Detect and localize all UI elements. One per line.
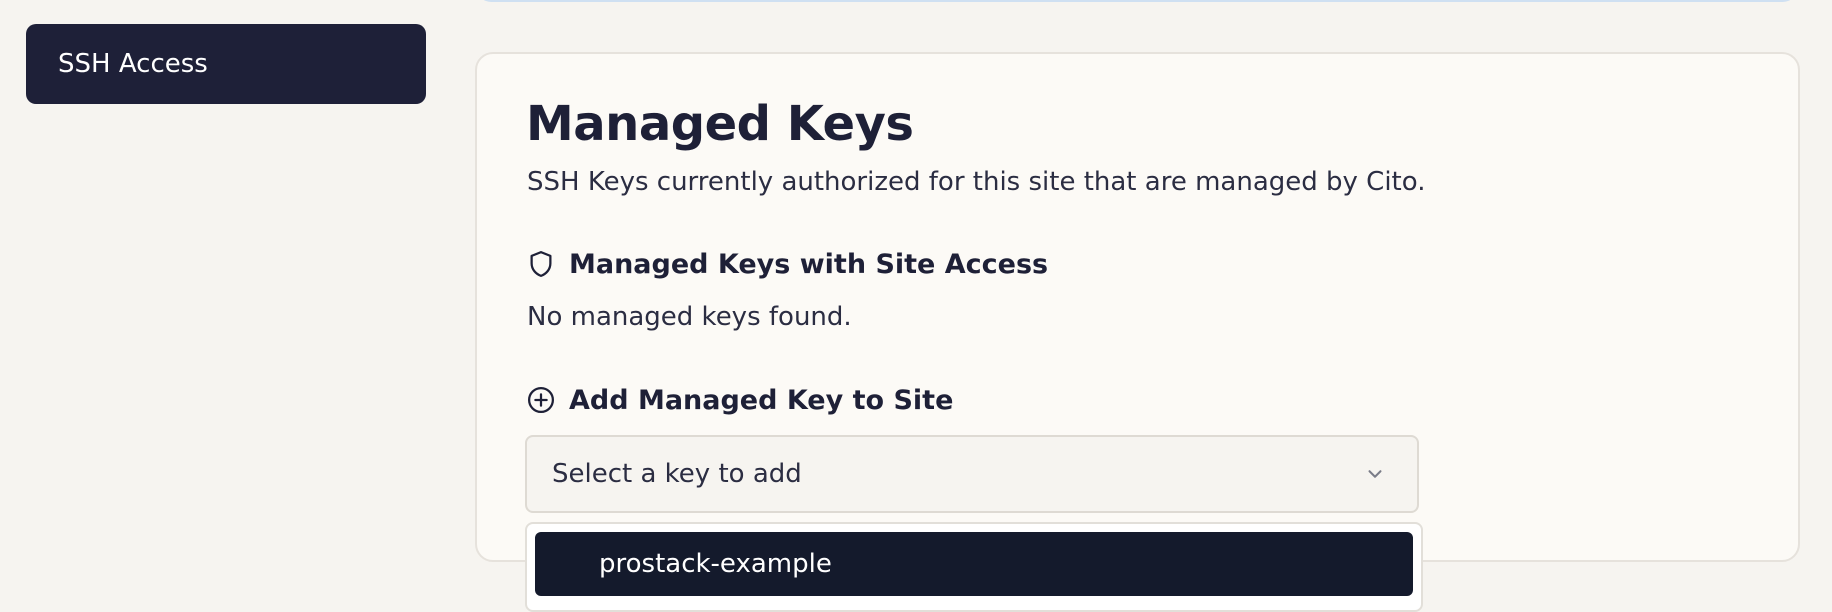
key-select-dropdown: prostack-example <box>525 522 1423 612</box>
plus-circle-icon <box>525 384 557 416</box>
shield-icon <box>525 248 557 280</box>
empty-keys-message: No managed keys found. <box>527 302 852 332</box>
sidebar-item-ssh-access[interactable]: SSH Access <box>26 24 426 104</box>
existing-keys-heading: Managed Keys with Site Access <box>525 248 1048 280</box>
key-option-label: prostack-example <box>599 549 832 579</box>
key-select[interactable]: Select a key to add <box>525 435 1419 513</box>
existing-keys-heading-label: Managed Keys with Site Access <box>569 248 1049 280</box>
add-key-heading-label: Add Managed Key to Site <box>569 384 954 416</box>
chevron-down-icon <box>1363 462 1387 486</box>
card-title: Managed Keys <box>526 96 914 152</box>
card-subtitle: SSH Keys currently authorized for this s… <box>527 167 1426 197</box>
sidebar-item-label: SSH Access <box>58 49 208 79</box>
managed-keys-card: Managed Keys SSH Keys currently authoriz… <box>475 52 1800 562</box>
add-key-heading: Add Managed Key to Site <box>525 384 953 416</box>
key-select-placeholder: Select a key to add <box>552 459 802 489</box>
previous-panel-edge <box>477 0 1797 2</box>
key-option-prostack-example[interactable]: prostack-example <box>535 532 1413 596</box>
